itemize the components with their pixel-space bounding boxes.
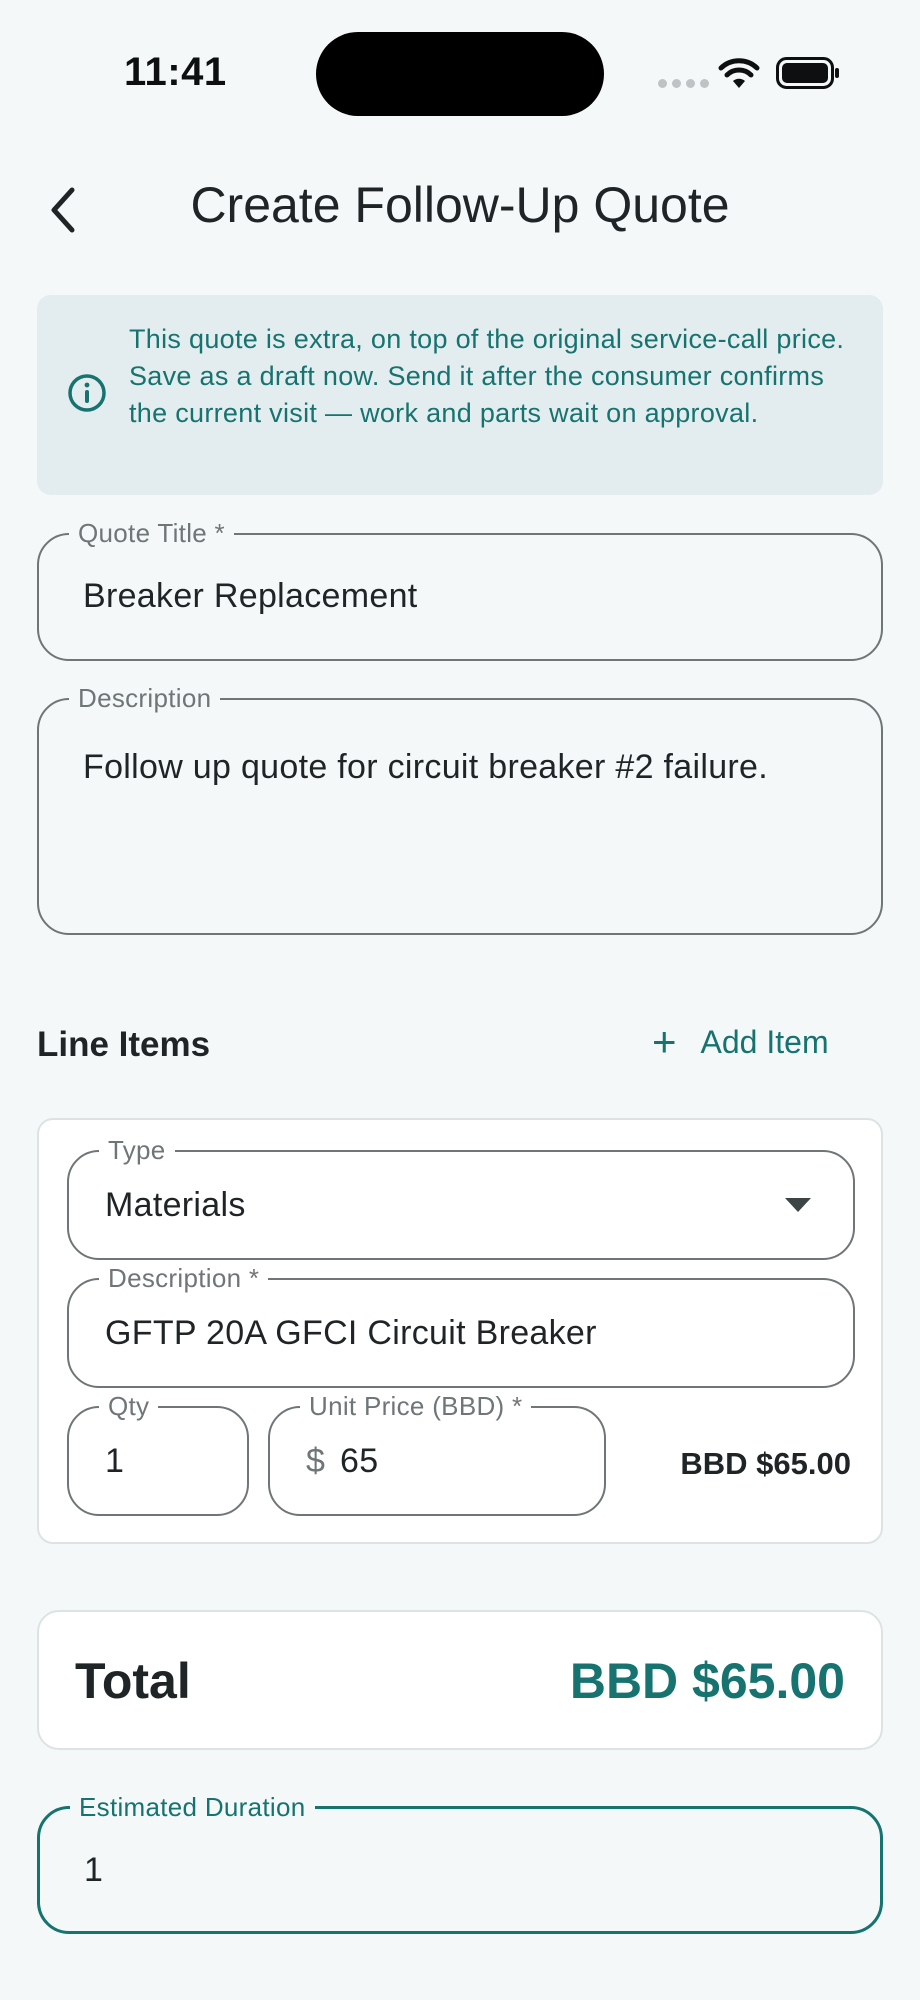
- status-bar: 11:41: [0, 0, 920, 140]
- qty-field[interactable]: Qty 1: [67, 1391, 249, 1516]
- wifi-icon: [718, 58, 760, 88]
- description-field[interactable]: Description Follow up quote for circuit …: [37, 683, 883, 935]
- description-value: Follow up quote for circuit breaker #2 f…: [83, 748, 768, 786]
- type-value: Materials: [105, 1186, 246, 1224]
- add-item-button[interactable]: + Add Item: [652, 1018, 829, 1065]
- estimated-duration-label: Estimated Duration: [70, 1792, 315, 1822]
- currency-prefix: $: [306, 1442, 326, 1480]
- qty-value: 1: [105, 1442, 125, 1480]
- unit-price-label: Unit Price (BBD) *: [300, 1391, 532, 1421]
- signal-icon: [658, 79, 709, 88]
- item-description-field[interactable]: Description * GFTP 20A GFCI Circuit Brea…: [67, 1263, 855, 1388]
- type-label: Type: [99, 1135, 175, 1165]
- estimated-duration-value: 1: [84, 1851, 104, 1889]
- line-item-total: BBD $65.00: [680, 1446, 851, 1481]
- item-description-label: Description *: [99, 1263, 269, 1293]
- info-banner: This quote is extra, on top of the origi…: [37, 295, 883, 495]
- quote-title-label: Quote Title *: [69, 518, 234, 548]
- unit-price-value: 65: [340, 1442, 379, 1480]
- total-value: BBD $65.00: [569, 1653, 845, 1709]
- qty-label: Qty: [99, 1391, 159, 1421]
- battery-icon: [776, 57, 839, 89]
- unit-price-field[interactable]: Unit Price (BBD) * $ 65: [268, 1391, 606, 1516]
- dropdown-arrow-icon: [785, 1198, 811, 1212]
- add-item-label: Add Item: [700, 1023, 829, 1060]
- dynamic-island: [316, 32, 604, 116]
- line-item-card: Type Materials Description * GFTP 20A GF…: [37, 1118, 883, 1544]
- info-icon: [68, 374, 106, 412]
- type-select[interactable]: Type Materials: [67, 1135, 855, 1260]
- info-banner-text: This quote is extra, on top of the origi…: [129, 324, 845, 428]
- quote-title-field[interactable]: Quote Title * Breaker Replacement: [37, 518, 883, 661]
- item-description-value: GFTP 20A GFCI Circuit Breaker: [105, 1314, 597, 1352]
- estimated-duration-field[interactable]: Estimated Duration 1: [37, 1792, 883, 1934]
- status-time: 11:41: [124, 50, 227, 94]
- plus-icon: +: [652, 1018, 677, 1065]
- description-label: Description: [69, 683, 221, 713]
- page-title: Create Follow-Up Quote: [190, 177, 730, 233]
- line-items-title: Line Items: [37, 1025, 211, 1064]
- total-label: Total: [75, 1653, 191, 1709]
- total-card: Total BBD $65.00: [37, 1610, 883, 1750]
- quote-title-value: Breaker Replacement: [83, 577, 418, 615]
